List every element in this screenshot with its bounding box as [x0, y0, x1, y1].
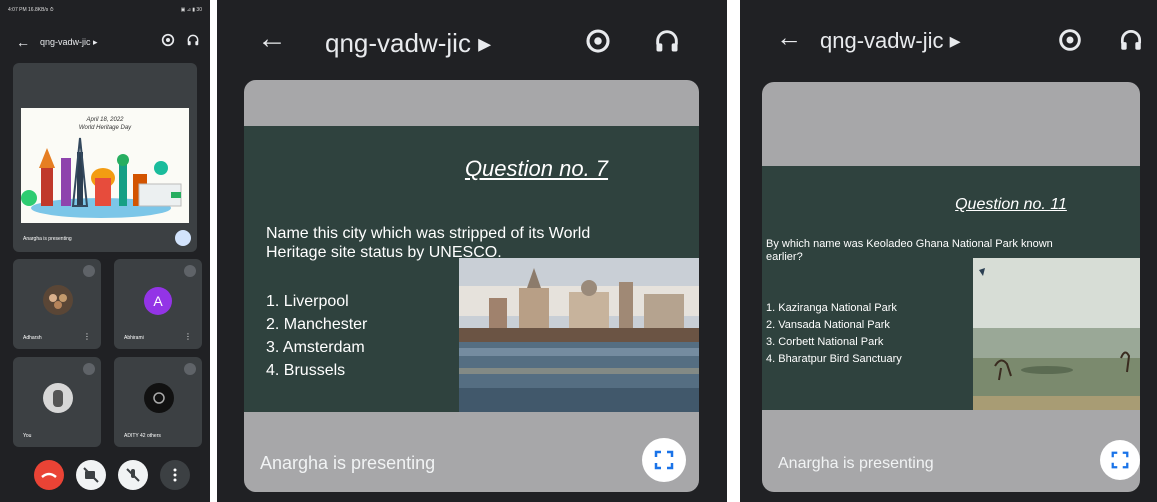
- answer-options: 1. Liverpool 2. Manchester 3. Amsterdam …: [266, 290, 367, 382]
- phone-screen-presentation: ← qng-vadw-jic ▸ Question no. 7 Name thi…: [217, 0, 727, 502]
- participant-photo: [43, 285, 73, 315]
- answer-options: 1. Kaziranga National Park 2. Vansada Na…: [766, 300, 902, 368]
- fullscreen-button[interactable]: [175, 230, 191, 246]
- presenter-label: Anargha is presenting: [778, 455, 934, 472]
- fullscreen-icon: [1111, 451, 1129, 469]
- city-waterfront-photo: [459, 258, 699, 412]
- meeting-code[interactable]: qng-vadw-jic ▸: [325, 28, 491, 59]
- fullscreen-button[interactable]: [642, 438, 686, 482]
- participant-tile[interactable]: You: [13, 357, 101, 447]
- more-vert-icon: [173, 468, 177, 482]
- option-item: 3. Amsterdam: [266, 339, 365, 356]
- camera-off-icon: [83, 467, 99, 483]
- avatar: A: [144, 287, 172, 315]
- landmarks-illustration: [21, 137, 182, 218]
- fullscreen-button[interactable]: [1100, 440, 1140, 480]
- option-item: 4. Brussels: [266, 362, 346, 379]
- headphones-icon[interactable]: [186, 32, 200, 48]
- mic-off-icon: [184, 363, 196, 375]
- meeting-code[interactable]: qng-vadw-jic ▸: [40, 37, 98, 48]
- question-title: Question no. 11: [955, 196, 1067, 213]
- headphones-icon[interactable]: [1118, 26, 1144, 54]
- mic-toggle-button[interactable]: [118, 460, 148, 490]
- phone-screen-presentation: ← qng-vadw-jic ▸ Question no. 11 By whic…: [740, 0, 1157, 502]
- participant-tile[interactable]: A Abhirami ⋮: [114, 259, 202, 349]
- status-left: 4:07 PM 16.8KB/s ⏱: [8, 7, 54, 13]
- back-arrow-icon[interactable]: ←: [257, 22, 287, 56]
- mic-off-icon: [83, 265, 95, 277]
- participant-tile[interactable]: Adharsh ⋮: [13, 259, 101, 349]
- question-title: Question no. 7: [464, 156, 609, 181]
- switch-camera-icon[interactable]: [583, 26, 613, 56]
- phone-screen-grid-view: 4:07 PM 16.8KB/s ⏱ ▣ ⊿ ▮ 30 ← qng-vadw-j…: [0, 0, 210, 502]
- presenter-label: Anargha is presenting: [260, 453, 436, 473]
- headphones-icon[interactable]: [653, 26, 681, 56]
- option-item: 1. Liverpool: [266, 293, 349, 310]
- back-arrow-icon[interactable]: ←: [776, 22, 802, 53]
- switch-camera-icon[interactable]: [160, 32, 176, 48]
- option-item: 1. Kaziranga National Park: [766, 302, 897, 314]
- call-controls: [0, 458, 210, 492]
- question-text: Name this city which was stripped of its…: [266, 225, 591, 261]
- switch-camera-icon[interactable]: [1056, 26, 1084, 54]
- presentation-card[interactable]: Question no. 7 Name this city which was …: [244, 80, 699, 492]
- fullscreen-icon: [654, 450, 674, 470]
- participant-name: ADITY 42 others: [124, 433, 161, 439]
- participant-name: You: [23, 433, 32, 439]
- mic-off-icon: [184, 265, 196, 277]
- end-call-button[interactable]: [34, 460, 64, 490]
- option-item: 2. Manchester: [266, 316, 368, 333]
- participant-photo: [43, 383, 73, 413]
- slide: Question no. 11 By which name was Keolad…: [762, 166, 1140, 410]
- meeting-code[interactable]: qng-vadw-jic ▸: [820, 28, 961, 54]
- status-bar: 4:07 PM 16.8KB/s ⏱ ▣ ⊿ ▮ 30: [0, 0, 210, 20]
- end-call-icon: [41, 472, 57, 478]
- more-options-button[interactable]: [160, 460, 190, 490]
- status-right: ▣ ⊿ ▮ 30: [180, 7, 202, 13]
- option-item: 4. Bharatpur Bird Sanctuary: [766, 353, 902, 365]
- slide: Question no. 7 Name this city which was …: [244, 126, 699, 412]
- mic-off-icon: [126, 468, 140, 482]
- option-item: 3. Corbett National Park: [766, 336, 884, 348]
- participant-photo: [144, 383, 174, 413]
- mic-off-icon: [83, 363, 95, 375]
- top-bar: ← qng-vadw-jic ▸: [0, 28, 210, 58]
- camera-toggle-button[interactable]: [76, 460, 106, 490]
- option-item: 2. Vansada National Park: [766, 319, 890, 331]
- more-options-icon[interactable]: ⋮: [184, 332, 192, 341]
- more-options-icon[interactable]: ⋮: [83, 332, 91, 341]
- slide-thumbnail: April 18, 2022 World Heritage Day: [21, 108, 189, 223]
- participant-tile[interactable]: ADITY 42 others: [114, 357, 202, 447]
- back-arrow-icon[interactable]: ←: [16, 34, 30, 50]
- presentation-tile[interactable]: April 18, 2022 World Heritage Day Anargh…: [13, 63, 197, 252]
- wetland-bird-photo: [973, 258, 1140, 410]
- participant-name: Adharsh: [23, 335, 42, 341]
- presentation-card[interactable]: Question no. 11 By which name was Keolad…: [762, 82, 1140, 492]
- participant-name: Abhirami: [124, 335, 144, 341]
- presenter-label: Anargha is presenting: [23, 236, 72, 242]
